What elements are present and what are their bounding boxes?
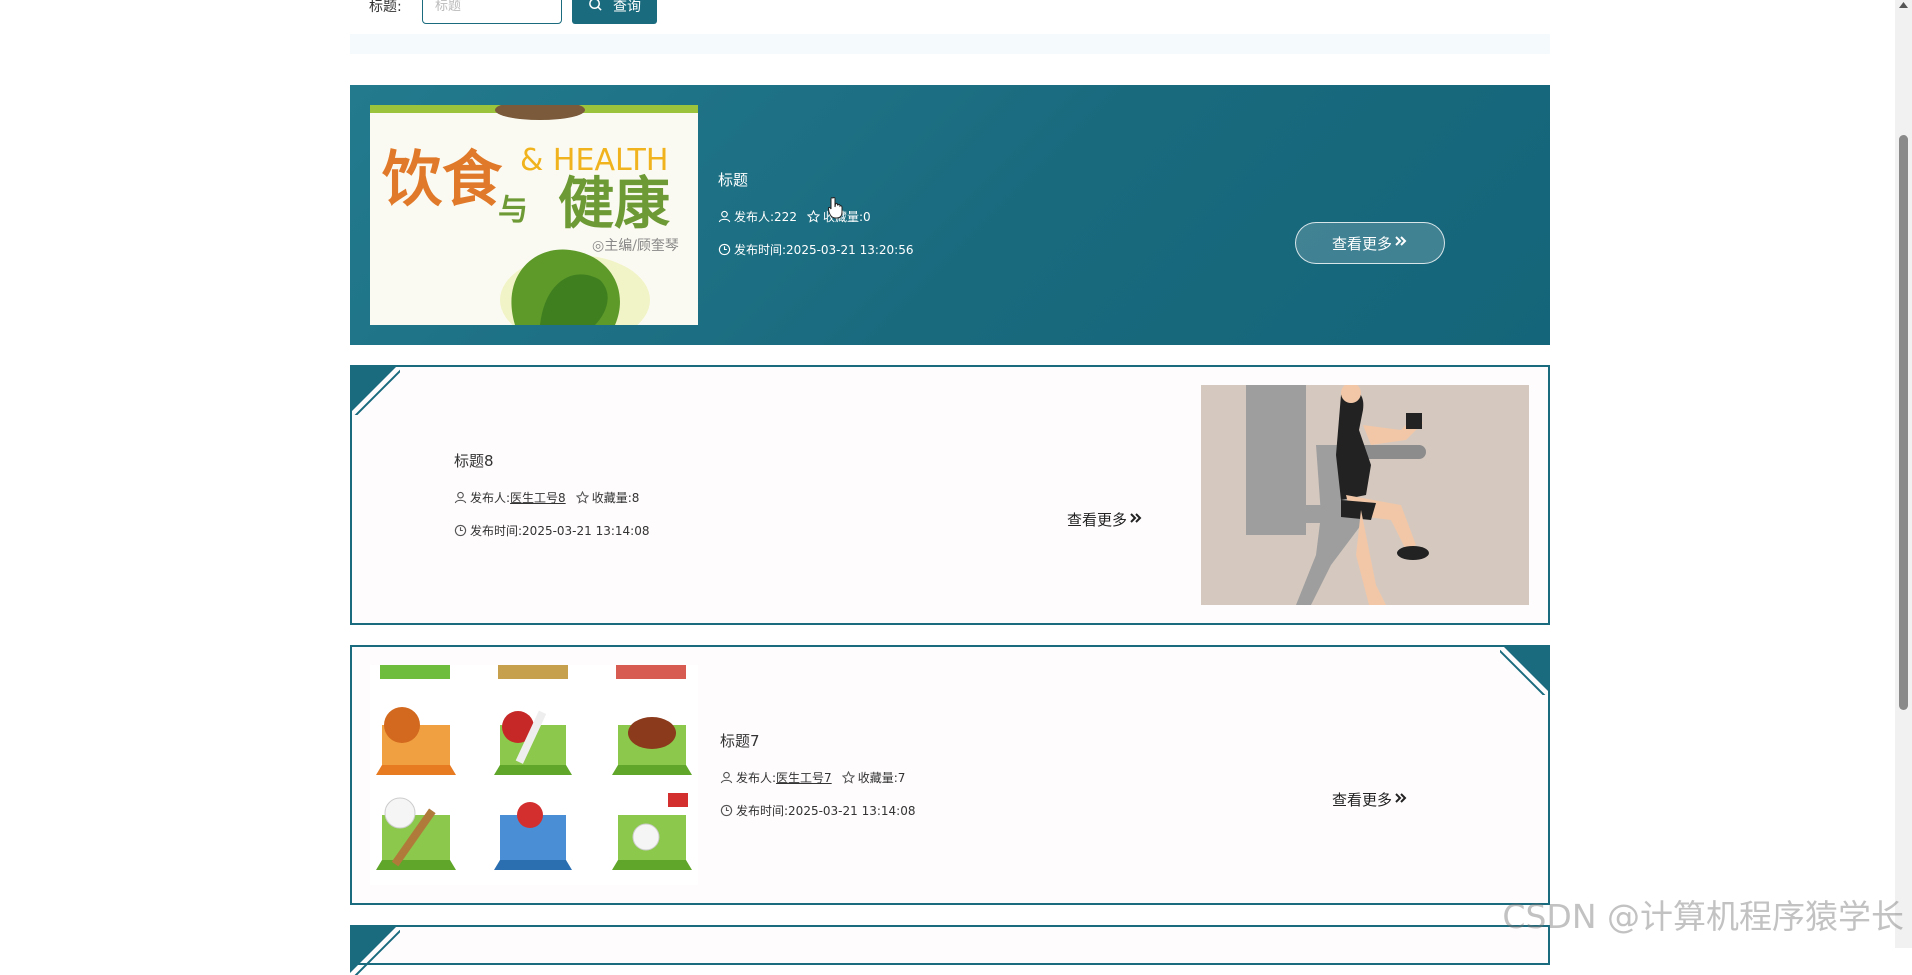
- search-input[interactable]: [422, 0, 562, 24]
- favorites-value: 0: [863, 209, 871, 224]
- user-icon: [720, 771, 733, 784]
- search-icon: [588, 0, 603, 16]
- double-chevron-right-icon: [1392, 234, 1408, 252]
- view-more-label: 查看更多: [1331, 234, 1392, 253]
- star-icon: [841, 771, 855, 784]
- post-info: 标题8 发布人: 医生工号8 收藏量: 8 发布时间: 2025-03-21 1…: [454, 450, 650, 555]
- post-thumbnail-fitness[interactable]: [1201, 385, 1529, 605]
- view-more-label: 查看更多: [1067, 511, 1128, 529]
- post-card[interactable]: 标题8 发布人: 医生工号8 收藏量: 8 发布时间: 2025-03-21 1…: [350, 365, 1550, 625]
- favorites-label: 收藏量:: [591, 491, 632, 505]
- view-more-button[interactable]: 查看更多: [1332, 789, 1408, 810]
- watermark: CSDN @计算机程序猿学长: [1502, 897, 1904, 936]
- post-title[interactable]: 标题8: [454, 450, 650, 471]
- user-icon: [454, 491, 467, 504]
- time-label: 发布时间:: [734, 243, 787, 257]
- publisher-label: 发布人:: [736, 771, 777, 785]
- post-info: 标题7 发布人: 医生工号7 收藏量: 7 发布时间: 2025-03-21 1…: [720, 730, 916, 835]
- publisher-link[interactable]: 医生工号8: [510, 489, 566, 506]
- vertical-scrollbar[interactable]: [1895, 0, 1912, 948]
- corner-decoration: [350, 365, 400, 415]
- post-title[interactable]: 标题7: [720, 730, 916, 751]
- view-more-button[interactable]: 查看更多: [1295, 222, 1445, 264]
- divider-strip: [350, 34, 1550, 54]
- search-bar: 标题: 查询: [0, 0, 1912, 30]
- cover-editor: ◎主编/顾奎琴: [592, 238, 679, 254]
- publisher-label: 发布人:: [470, 491, 511, 505]
- time-value: 2025-03-21 13:20:56: [786, 242, 914, 257]
- view-more-label: 查看更多: [1332, 791, 1393, 809]
- post-card[interactable]: 标题7 发布人: 医生工号7 收藏量: 7 发布时间: 2025-03-21 1…: [350, 645, 1550, 905]
- post-card-featured[interactable]: 饮食 & HEALTH 与 健康 ◎主编/顾奎琴 标题 发布人: 222 收藏量…: [350, 85, 1550, 345]
- post-meta-row: 发布人: 医生工号7 收藏量: 7: [720, 769, 916, 786]
- cover-title-2: 与: [498, 193, 528, 228]
- corner-decoration: [350, 925, 400, 975]
- cover-title-1: 饮食: [382, 145, 503, 215]
- double-chevron-right-icon: [1392, 791, 1408, 809]
- post-meta-row: 发布人: 医生工号8 收藏量: 8: [454, 489, 650, 506]
- double-chevron-right-icon: [1127, 511, 1143, 529]
- clock-icon: [720, 804, 733, 817]
- view-more-button[interactable]: 查看更多: [1067, 509, 1143, 530]
- favorites-label: 收藏量:: [857, 771, 898, 785]
- post-meta-row: 发布人: 222 收藏量: 0: [718, 208, 914, 225]
- corner-decoration: [1500, 645, 1550, 695]
- post-thumbnail-sports[interactable]: [370, 665, 698, 885]
- search-button[interactable]: 查询: [572, 0, 657, 24]
- time-value: 2025-03-21 13:14:08: [522, 523, 650, 538]
- time-value: 2025-03-21 13:14:08: [788, 803, 916, 818]
- post-time-row: 发布时间: 2025-03-21 13:14:08: [454, 522, 650, 539]
- post-thumbnail-diet-health[interactable]: 饮食 & HEALTH 与 健康 ◎主编/顾奎琴: [370, 105, 698, 325]
- post-card-partial[interactable]: [350, 925, 1550, 975]
- clock-icon: [454, 524, 467, 537]
- post-time-row: 发布时间: 2025-03-21 13:14:08: [720, 802, 916, 819]
- time-label: 发布时间:: [470, 524, 523, 538]
- favorites-value: 8: [631, 490, 640, 505]
- search-button-label: 查询: [613, 0, 641, 15]
- clock-icon: [718, 243, 731, 256]
- post-time-row: 发布时间: 2025-03-21 13:20:56: [718, 241, 914, 258]
- publisher-value: 222: [774, 209, 797, 224]
- publisher-link[interactable]: 医生工号7: [776, 769, 832, 786]
- favorites-value: 7: [897, 770, 906, 785]
- cover-title-3: 健康: [558, 172, 670, 237]
- star-icon: [575, 491, 589, 504]
- scroll-up-arrow-icon[interactable]: [1899, 2, 1908, 8]
- post-info: 标题 发布人: 222 收藏量: 0 发布时间: 2025-03-21 13:2…: [718, 169, 914, 274]
- post-title[interactable]: 标题: [718, 169, 914, 190]
- star-icon: [806, 210, 820, 223]
- search-label: 标题:: [369, 0, 402, 15]
- user-icon: [718, 210, 731, 223]
- hand-cursor-icon: [827, 196, 844, 219]
- time-label: 发布时间:: [736, 804, 789, 818]
- publisher-label: 发布人:: [734, 210, 775, 224]
- scrollbar-thumb[interactable]: [1899, 135, 1908, 710]
